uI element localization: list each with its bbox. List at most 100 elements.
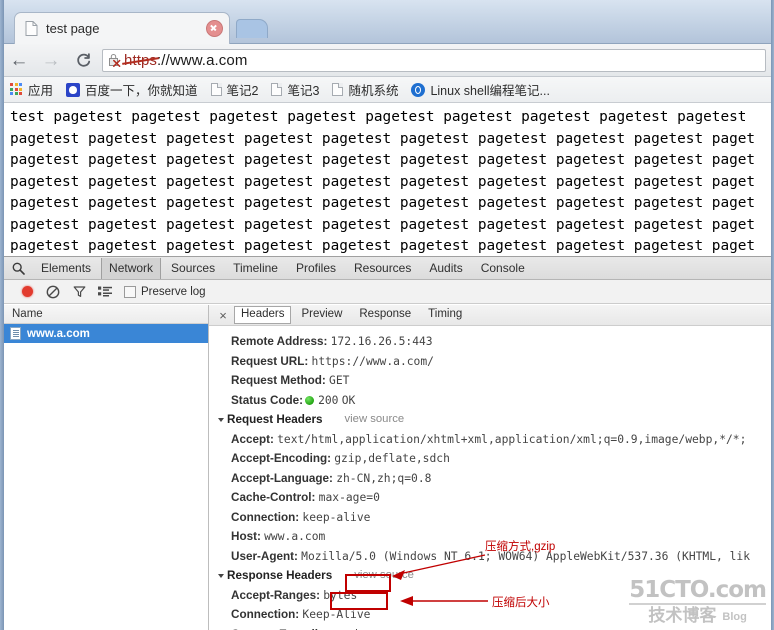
annotation-text-compression-method: 压缩方式,gzip bbox=[485, 541, 556, 553]
devtools-panel: Elements Network Sources Timeline Profil… bbox=[4, 256, 771, 630]
request-row[interactable]: www.a.com bbox=[4, 324, 208, 343]
status-ok-icon bbox=[305, 395, 315, 405]
page-line: pagetest pagetest pagetest pagetest page… bbox=[10, 195, 756, 211]
back-button[interactable]: ← bbox=[6, 47, 32, 73]
browser-tab[interactable]: test page bbox=[14, 12, 230, 44]
record-circle-icon[interactable] bbox=[14, 281, 40, 303]
column-header-name[interactable]: Name bbox=[4, 305, 208, 324]
preserve-log-checkbox[interactable] bbox=[124, 285, 136, 298]
watermark-cn: 技术博客 bbox=[648, 606, 717, 625]
header-key: User-Agent: bbox=[231, 549, 298, 563]
close-icon[interactable]: × bbox=[215, 309, 231, 322]
tab-elements[interactable]: Elements bbox=[33, 258, 99, 279]
forward-button[interactable]: → bbox=[38, 47, 64, 73]
header-key: Remote Address: bbox=[231, 335, 328, 348]
bookmark-label: 应用 bbox=[28, 84, 54, 98]
url-rest: ://www.a.com bbox=[157, 51, 248, 69]
header-accept: Accept: text/html,application/xhtml+xml,… bbox=[219, 430, 771, 450]
page-icon bbox=[25, 21, 38, 36]
tab-network[interactable]: Network bbox=[101, 257, 162, 279]
header-key: Connection: bbox=[231, 510, 300, 524]
tab-preview[interactable]: Preview bbox=[294, 306, 349, 324]
watermark-site: 51CTO.com bbox=[629, 577, 767, 605]
page-line: test pagetest pagetest pagetest pagetest… bbox=[10, 109, 747, 125]
tab-audits[interactable]: Audits bbox=[421, 258, 470, 279]
view-source-link[interactable]: view source bbox=[354, 566, 414, 586]
header-request-method: Request Method: GET bbox=[219, 371, 771, 391]
search-icon[interactable] bbox=[4, 262, 32, 275]
section-title: Request Headers bbox=[227, 413, 323, 426]
header-cache-control: Cache-Control: max-age=0 bbox=[219, 488, 771, 508]
reload-icon[interactable] bbox=[70, 47, 96, 73]
view-source-link[interactable]: view source bbox=[345, 410, 405, 430]
broken-lock-icon[interactable] bbox=[108, 53, 121, 67]
filter-funnel-icon[interactable] bbox=[66, 281, 92, 303]
clear-no-entry-icon[interactable] bbox=[40, 281, 66, 303]
header-key: Accept-Ranges: bbox=[231, 588, 320, 602]
bookmark-label: 随机系统 bbox=[348, 84, 399, 98]
tab-sources[interactable]: Sources bbox=[163, 258, 223, 279]
page-line: pagetest pagetest pagetest pagetest page… bbox=[10, 238, 756, 254]
apps-grid-icon bbox=[10, 83, 23, 96]
header-value: zh-CN,zh;q=0.8 bbox=[336, 471, 432, 485]
bookmark-note3[interactable]: 笔记3 bbox=[271, 80, 319, 99]
window-border-left bbox=[0, 0, 4, 630]
bookmark-apps[interactable]: 应用 bbox=[10, 80, 53, 99]
header-value: Keep-Alive bbox=[302, 608, 371, 621]
address-bar[interactable]: https://www.a.com bbox=[102, 48, 766, 72]
bookmark-note2[interactable]: 笔记2 bbox=[210, 80, 259, 99]
watermark-en: Blog bbox=[722, 611, 747, 623]
section-title: Response Headers bbox=[227, 569, 333, 582]
tab-timeline[interactable]: Timeline bbox=[225, 258, 286, 279]
page-line: pagetest pagetest pagetest pagetest page… bbox=[10, 216, 756, 233]
url-scheme: https bbox=[124, 51, 158, 69]
bookmark-random-system[interactable]: 随机系统 bbox=[332, 80, 398, 99]
detail-tab-bar: × Headers Preview Response Timing bbox=[209, 305, 771, 326]
bookmark-label: Linux shell编程笔记... bbox=[430, 84, 550, 98]
list-view-icon[interactable] bbox=[92, 281, 118, 303]
page-icon bbox=[210, 83, 222, 96]
request-headers-section[interactable]: Request Headers view source bbox=[218, 410, 771, 430]
header-value: 172.16.26.5:443 bbox=[330, 335, 433, 348]
page-content: test pagetest pagetest pagetest pagetest… bbox=[4, 103, 771, 256]
header-value: gzip,deflate,sdch bbox=[334, 452, 450, 465]
tab-profiles[interactable]: Profiles bbox=[288, 258, 344, 279]
header-accept-language: Accept-Language: zh-CN,zh;q=0.8 bbox=[219, 469, 771, 489]
tab-timing[interactable]: Timing bbox=[421, 306, 469, 324]
header-key: Connection: bbox=[231, 608, 300, 621]
header-value: max-age=0 bbox=[318, 491, 380, 504]
bookmark-label: 百度一下，你就知道 bbox=[85, 84, 198, 98]
tab-resources[interactable]: Resources bbox=[346, 258, 419, 279]
page-viewport: test pagetest pagetest pagetest pagetest… bbox=[4, 103, 771, 256]
status-code-text: OK bbox=[341, 393, 356, 407]
close-icon[interactable] bbox=[206, 20, 223, 37]
network-toolbar: Preserve log bbox=[4, 280, 771, 304]
header-value: text/html,application/xhtml+xml,applicat… bbox=[277, 432, 747, 446]
request-list: Name www.a.com bbox=[4, 305, 209, 630]
tab-console[interactable]: Console bbox=[473, 258, 533, 279]
bookmark-baidu[interactable]: 百度一下，你就知道 bbox=[66, 80, 198, 99]
header-key: Status Code: bbox=[231, 393, 304, 407]
new-tab-button[interactable] bbox=[236, 19, 268, 38]
header-request-url: Request URL: https://www.a.com/ bbox=[219, 352, 771, 372]
header-connection-request: Connection: keep-alive bbox=[219, 508, 771, 528]
preserve-log-label: Preserve log bbox=[141, 285, 206, 298]
tab-title: test page bbox=[46, 21, 100, 36]
browser-window: test page ← → https://www.a.com 应用 百度一下，… bbox=[0, 0, 774, 630]
preserve-log-toggle[interactable]: Preserve log bbox=[124, 285, 206, 298]
chevron-down-icon bbox=[218, 573, 224, 578]
header-value: GET bbox=[329, 374, 350, 387]
page-line: pagetest pagetest pagetest pagetest page… bbox=[10, 173, 756, 190]
header-value: bytes bbox=[323, 588, 358, 602]
header-value: https://www.a.com/ bbox=[311, 354, 434, 368]
bookmark-label: 笔记2 bbox=[226, 84, 259, 98]
tab-headers[interactable]: Headers bbox=[234, 306, 292, 324]
tab-response[interactable]: Response bbox=[352, 306, 418, 324]
annotation-text-compressed-size: 压缩后大小 bbox=[492, 597, 550, 609]
header-content-encoding: Content-Encoding: gzip bbox=[219, 625, 771, 630]
bookmark-linux-shell[interactable]: Linux shell编程笔记... bbox=[411, 80, 550, 99]
header-key: Request Method: bbox=[231, 374, 326, 387]
watermark: 51CTO.com 技术博客 Blog bbox=[629, 577, 767, 625]
page-icon bbox=[271, 83, 283, 96]
tab-strip: test page bbox=[0, 0, 774, 44]
